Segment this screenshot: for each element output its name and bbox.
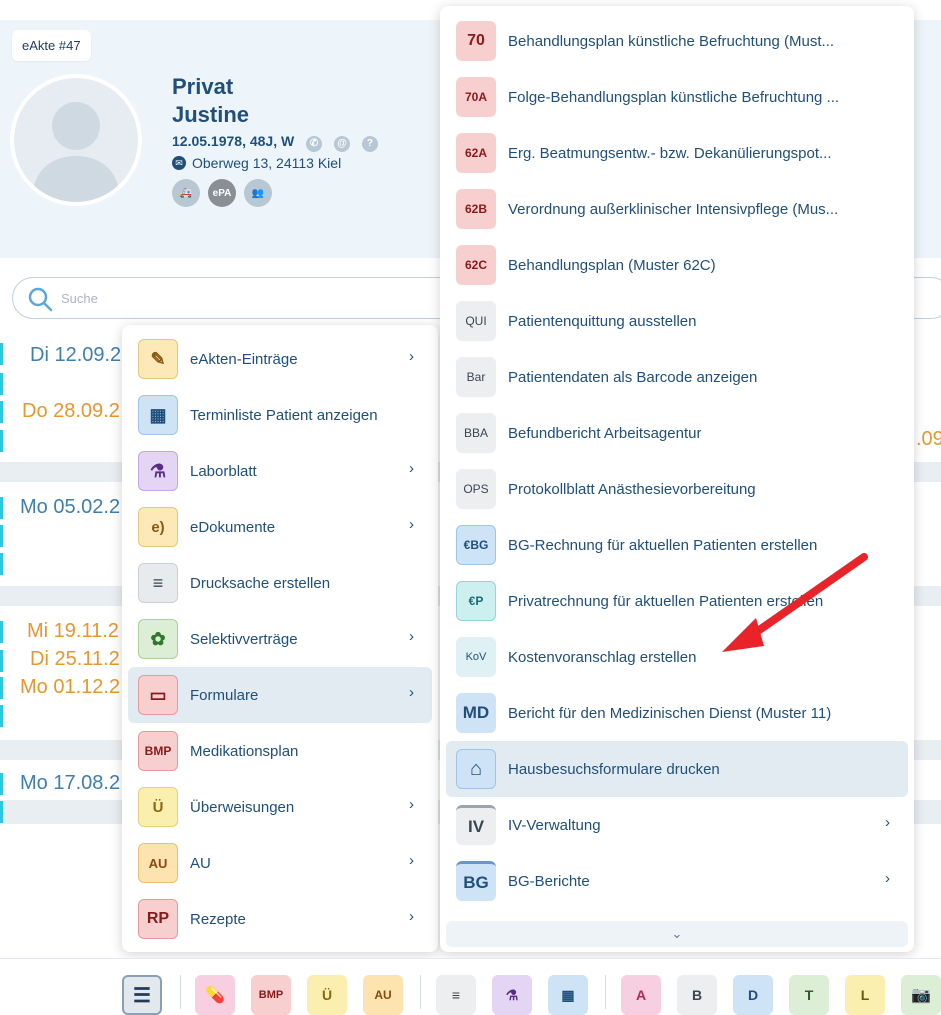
referral-icon[interactable]: Ü (307, 975, 347, 1015)
menu-hamburger-icon[interactable]: ☰ (122, 975, 162, 1015)
a-button[interactable]: A (621, 975, 661, 1015)
t-button[interactable]: T (789, 975, 829, 1015)
flask-icon[interactable]: ⚗ (492, 975, 532, 1015)
pill-icon[interactable]: 💊 (195, 975, 235, 1015)
d-button[interactable]: D (733, 975, 773, 1015)
bmp-button[interactable]: BMP (251, 975, 291, 1015)
bottom-toolbar: ☰ 💊 BMP Ü AU ≡ ⚗ ▦ A B D T L 📷 (0, 958, 941, 1015)
calendar-icon[interactable]: ▦ (548, 975, 588, 1015)
toolbar-divider (180, 975, 181, 1009)
l-button[interactable]: L (845, 975, 885, 1015)
toolbar-divider (605, 975, 606, 1009)
document-icon[interactable]: ≡ (436, 975, 476, 1015)
b-button[interactable]: B (677, 975, 717, 1015)
camera-icon[interactable]: 📷 (901, 975, 941, 1015)
au-icon[interactable]: AU (363, 975, 403, 1015)
arrow-annotation-icon (722, 553, 868, 652)
toolbar-divider (420, 975, 421, 1009)
